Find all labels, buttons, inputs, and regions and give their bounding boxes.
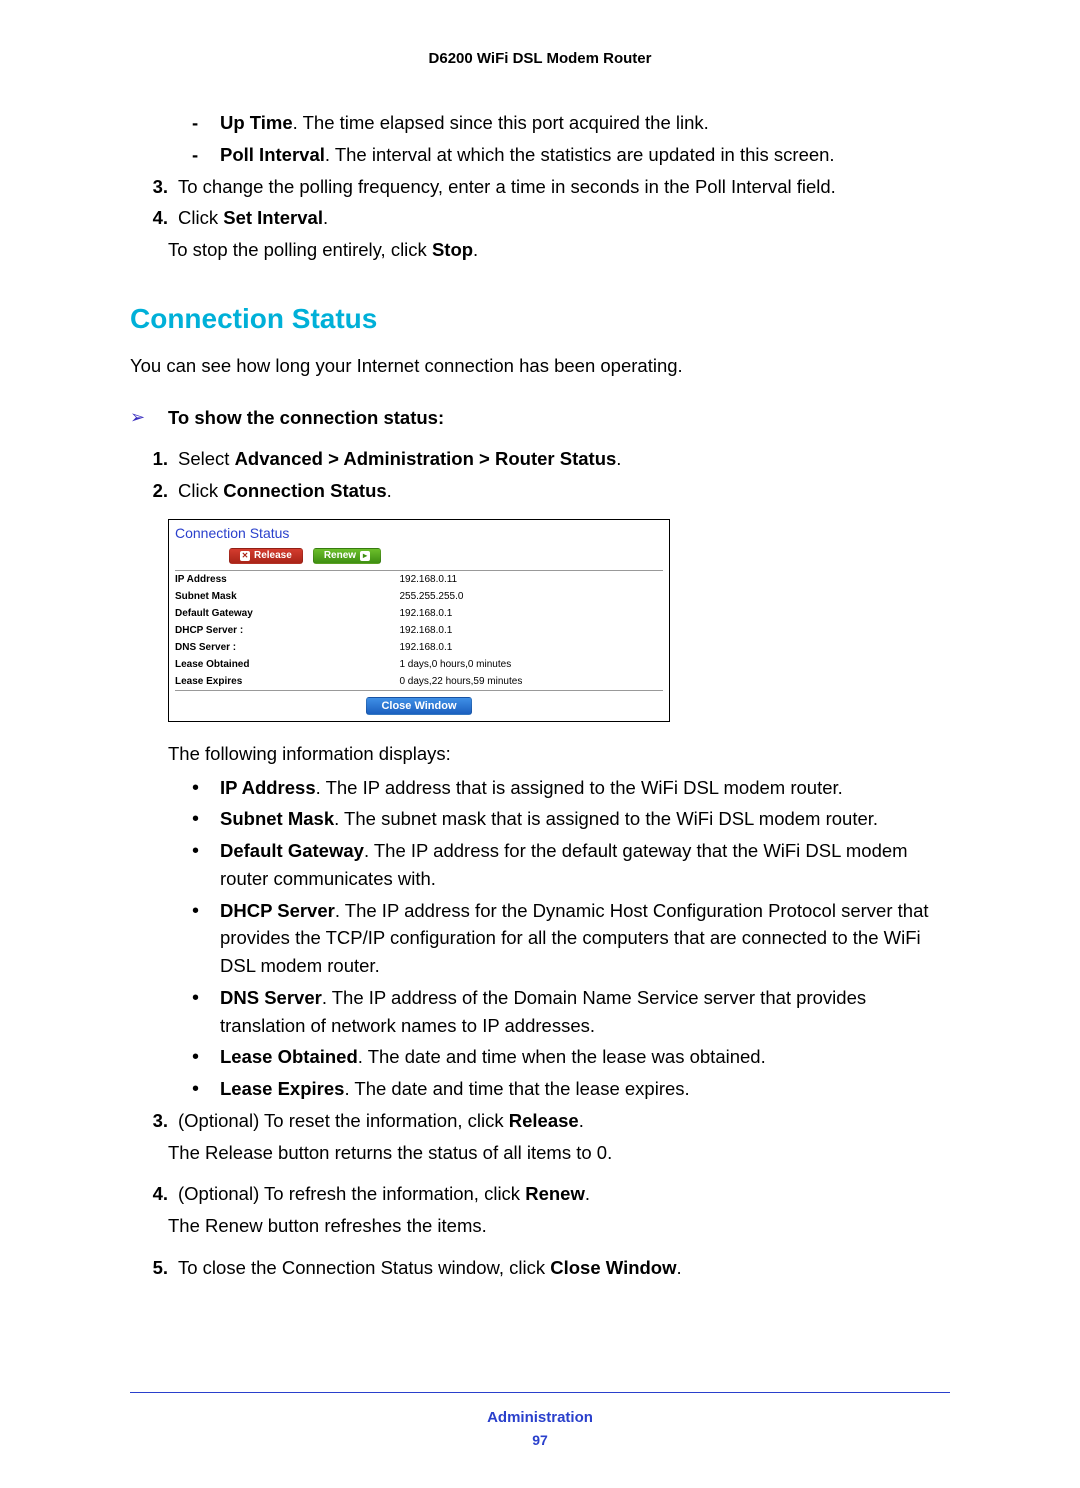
play-icon: ▸ <box>360 551 370 561</box>
step-4-follow: To stop the polling entirely, click Stop… <box>168 236 950 264</box>
step-5b: 5. To close the Connection Status window… <box>130 1254 950 1282</box>
step-text: (Optional) To reset the information, cli… <box>178 1107 950 1135</box>
term: Up Time <box>220 112 293 133</box>
table-row: IP Address192.168.0.11 <box>175 571 663 588</box>
table-row: Lease Obtained1 days,0 hours,0 minutes <box>175 656 663 673</box>
desc: . The time elapsed since this port acqui… <box>293 112 709 133</box>
bullet-icon: • <box>192 899 220 923</box>
release-button[interactable]: ✕ Release <box>229 548 303 564</box>
dash-item: - Up Time. The time elapsed since this p… <box>192 109 950 137</box>
bullet-text: IP Address. The IP address that is assig… <box>220 774 950 802</box>
step-text: Click Set Interval. <box>178 204 950 232</box>
bullet-icon: • <box>192 1077 220 1101</box>
doc-header: D6200 WiFi DSL Modem Router <box>130 50 950 67</box>
info-intro: The following information displays: <box>168 740 950 768</box>
step-3b-follow: The Release button returns the status of… <box>168 1139 950 1167</box>
step-text: Click Connection Status. <box>178 477 950 505</box>
term: Lease Obtained <box>220 1046 358 1067</box>
step-number: 1. <box>130 445 178 473</box>
table-row: DHCP Server :192.168.0.1 <box>175 622 663 639</box>
footer-page-number: 97 <box>130 1432 950 1448</box>
release-label: Release <box>254 548 292 563</box>
step-text: To close the Connection Status window, c… <box>178 1254 950 1282</box>
bullet-icon: • <box>192 1045 220 1069</box>
term: Poll Interval <box>220 144 325 165</box>
bullet-item: •DHCP Server. The IP address for the Dyn… <box>192 897 950 980</box>
table-row: Lease Expires0 days,22 hours,59 minutes <box>175 673 663 690</box>
footer-label: Administration <box>130 1409 950 1426</box>
step-4b: 4. (Optional) To refresh the information… <box>130 1180 950 1208</box>
table-row: Subnet Mask255.255.255.0 <box>175 588 663 605</box>
bullet-list: •IP Address. The IP address that is assi… <box>130 774 950 1103</box>
step-number: 5. <box>130 1254 178 1282</box>
bullet-icon: • <box>192 986 220 1010</box>
howto-title-text: To show the connection status: <box>168 404 950 432</box>
step-3b: 3. (Optional) To reset the information, … <box>130 1107 950 1135</box>
table-row: DNS Server :192.168.0.1 <box>175 639 663 656</box>
panel-title: Connection Status <box>169 520 669 546</box>
page: D6200 WiFi DSL Modem Router - Up Time. T… <box>0 0 1080 1488</box>
renew-label: Renew <box>324 548 356 563</box>
term: IP Address <box>220 777 316 798</box>
bullet-text: Default Gateway. The IP address for the … <box>220 837 950 893</box>
term: Lease Expires <box>220 1078 344 1099</box>
term: Default Gateway <box>220 840 364 861</box>
desc: . The interval at which the statistics a… <box>325 144 835 165</box>
close-window-button[interactable]: Close Window <box>366 697 471 715</box>
desc: . The subnet mask that is assigned to th… <box>334 808 878 829</box>
step-number: 2. <box>130 477 178 505</box>
renew-button[interactable]: Renew ▸ <box>313 548 381 564</box>
bullet-text: DHCP Server. The IP address for the Dyna… <box>220 897 950 980</box>
bullet-item: •Subnet Mask. The subnet mask that is as… <box>192 805 950 833</box>
step-text: (Optional) To refresh the information, c… <box>178 1180 950 1208</box>
howto-title: ➢ To show the connection status: <box>130 404 950 432</box>
main-content: - Up Time. The time elapsed since this p… <box>130 109 950 1282</box>
dash-item: - Poll Interval. The interval at which t… <box>192 141 950 169</box>
page-footer: Administration 97 <box>130 1392 950 1448</box>
status-table: IP Address192.168.0.11 Subnet Mask255.25… <box>175 570 663 691</box>
term: DNS Server <box>220 987 322 1008</box>
dash-marker-icon: - <box>192 141 220 169</box>
bullet-text: Lease Obtained. The date and time when t… <box>220 1043 950 1071</box>
close-icon: ✕ <box>240 551 250 561</box>
bullet-item: •Lease Obtained. The date and time when … <box>192 1043 950 1071</box>
section-heading: Connection Status <box>130 298 950 340</box>
dash-text: Up Time. The time elapsed since this por… <box>220 109 950 137</box>
bullet-item: •Lease Expires. The date and time that t… <box>192 1075 950 1103</box>
panel-footer: Close Window <box>169 691 669 721</box>
bullet-icon: • <box>192 807 220 831</box>
arrow-icon: ➢ <box>130 404 168 431</box>
section-intro: You can see how long your Internet conne… <box>130 352 950 380</box>
step-2: 2. Click Connection Status. <box>130 477 950 505</box>
step-4: 4. Click Set Interval. <box>130 204 950 232</box>
bullet-icon: • <box>192 776 220 800</box>
step-1: 1. Select Advanced > Administration > Ro… <box>130 445 950 473</box>
step-text: Select Advanced > Administration > Route… <box>178 445 950 473</box>
step-3: 3. To change the polling frequency, ente… <box>130 173 950 201</box>
dash-marker-icon: - <box>192 109 220 137</box>
desc: . The IP address that is assigned to the… <box>316 777 843 798</box>
bullet-text: Subnet Mask. The subnet mask that is ass… <box>220 805 950 833</box>
term: DHCP Server <box>220 900 335 921</box>
desc: . The date and time that the lease expir… <box>344 1078 689 1099</box>
close-window-label: Close Window <box>381 698 456 715</box>
step-4b-follow: The Renew button refreshes the items. <box>168 1212 950 1240</box>
step-number: 4. <box>130 1180 178 1208</box>
step-number: 3. <box>130 173 178 201</box>
bullet-item: •DNS Server. The IP address of the Domai… <box>192 984 950 1040</box>
bullet-item: •Default Gateway. The IP address for the… <box>192 837 950 893</box>
screenshot-panel: Connection Status ✕ Release Renew ▸ IP A… <box>168 519 670 722</box>
bullet-text: DNS Server. The IP address of the Domain… <box>220 984 950 1040</box>
step-number: 3. <box>130 1107 178 1135</box>
step-number: 4. <box>130 204 178 232</box>
bullet-item: •IP Address. The IP address that is assi… <box>192 774 950 802</box>
step-text: To change the polling frequency, enter a… <box>178 173 950 201</box>
bullet-icon: • <box>192 839 220 863</box>
panel-button-row: ✕ Release Renew ▸ <box>169 546 669 568</box>
dash-text: Poll Interval. The interval at which the… <box>220 141 950 169</box>
table-row: Default Gateway192.168.0.1 <box>175 605 663 622</box>
desc: . The date and time when the lease was o… <box>358 1046 766 1067</box>
term: Subnet Mask <box>220 808 334 829</box>
bullet-text: Lease Expires. The date and time that th… <box>220 1075 950 1103</box>
